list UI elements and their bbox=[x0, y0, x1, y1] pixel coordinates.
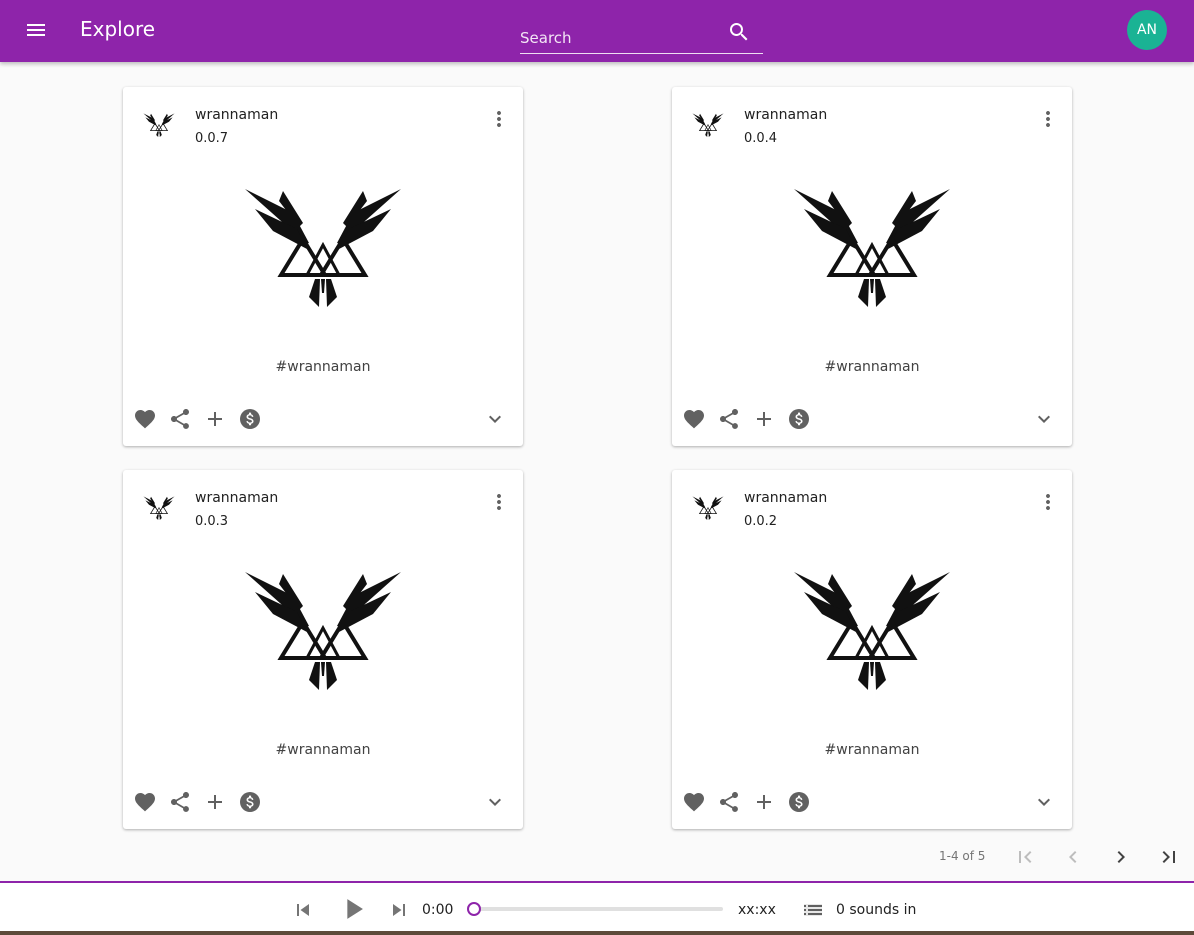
menu-icon[interactable] bbox=[20, 14, 52, 46]
favorite-icon[interactable] bbox=[682, 407, 706, 431]
card-tag[interactable]: #wrannaman bbox=[672, 742, 1072, 758]
queue-list-icon[interactable] bbox=[801, 898, 825, 922]
card-tag[interactable]: #wrannaman bbox=[123, 742, 523, 758]
card-tag[interactable]: #wrannaman bbox=[672, 359, 1072, 375]
sound-card[interactable]: wrannaman 0.0.4 #wrannaman bbox=[672, 87, 1072, 446]
audio-player: 0:00 xx:xx 0 sounds in bbox=[0, 881, 1194, 935]
play-icon[interactable] bbox=[336, 892, 370, 926]
sound-card[interactable]: wrannaman 0.0.7 #wrannaman bbox=[123, 87, 523, 446]
seek-thumb[interactable] bbox=[467, 902, 481, 916]
search-box bbox=[520, 18, 763, 54]
expand-more-icon[interactable] bbox=[483, 790, 507, 814]
queue-count: 0 sounds in bbox=[836, 902, 917, 918]
sound-card[interactable]: wrannaman 0.0.2 #wrannaman bbox=[672, 470, 1072, 829]
card-version: 0.0.4 bbox=[744, 131, 778, 146]
app-bar: Explore AN bbox=[0, 0, 1194, 62]
add-icon[interactable] bbox=[752, 790, 776, 814]
skip-next-icon[interactable] bbox=[387, 898, 411, 922]
author-logo-icon bbox=[692, 492, 724, 524]
favorite-icon[interactable] bbox=[682, 790, 706, 814]
skip-previous-icon[interactable] bbox=[291, 898, 315, 922]
expand-more-icon[interactable] bbox=[1032, 407, 1056, 431]
card-author[interactable]: wrannaman bbox=[195, 490, 278, 506]
total-time: xx:xx bbox=[738, 902, 776, 918]
more-vert-icon[interactable] bbox=[1036, 490, 1060, 514]
card-version: 0.0.2 bbox=[744, 514, 778, 529]
favorite-icon[interactable] bbox=[133, 790, 157, 814]
cover-art-image[interactable] bbox=[792, 179, 952, 315]
last-page-icon[interactable] bbox=[1157, 845, 1181, 869]
cover-art-image[interactable] bbox=[243, 179, 403, 315]
share-icon[interactable] bbox=[717, 790, 741, 814]
favorite-icon[interactable] bbox=[133, 407, 157, 431]
page-title: Explore bbox=[80, 17, 156, 41]
share-icon[interactable] bbox=[168, 407, 192, 431]
more-vert-icon[interactable] bbox=[1036, 107, 1060, 131]
pagination-range: 1-4 of 5 bbox=[939, 849, 986, 863]
add-icon[interactable] bbox=[203, 407, 227, 431]
sound-card[interactable]: wrannaman 0.0.3 #wrannaman bbox=[123, 470, 523, 829]
author-logo-icon bbox=[143, 492, 175, 524]
cover-art-image[interactable] bbox=[792, 562, 952, 698]
user-avatar[interactable]: AN bbox=[1127, 10, 1167, 50]
author-logo-icon bbox=[692, 109, 724, 141]
search-input[interactable] bbox=[520, 26, 720, 50]
search-icon[interactable] bbox=[727, 20, 751, 44]
current-time: 0:00 bbox=[422, 902, 454, 918]
monetization-icon[interactable] bbox=[238, 790, 262, 814]
first-page-icon[interactable] bbox=[1013, 845, 1037, 869]
author-logo-icon bbox=[143, 109, 175, 141]
expand-more-icon[interactable] bbox=[1032, 790, 1056, 814]
previous-page-icon[interactable] bbox=[1061, 845, 1085, 869]
card-author[interactable]: wrannaman bbox=[195, 107, 278, 123]
share-icon[interactable] bbox=[717, 407, 741, 431]
monetization-icon[interactable] bbox=[787, 790, 811, 814]
share-icon[interactable] bbox=[168, 790, 192, 814]
add-icon[interactable] bbox=[752, 407, 776, 431]
next-page-icon[interactable] bbox=[1109, 845, 1133, 869]
card-version: 0.0.3 bbox=[195, 514, 229, 529]
seek-slider[interactable] bbox=[467, 902, 723, 916]
card-version: 0.0.7 bbox=[195, 131, 229, 146]
more-vert-icon[interactable] bbox=[487, 490, 511, 514]
card-tag[interactable]: #wrannaman bbox=[123, 359, 523, 375]
more-vert-icon[interactable] bbox=[487, 107, 511, 131]
add-icon[interactable] bbox=[203, 790, 227, 814]
card-author[interactable]: wrannaman bbox=[744, 490, 827, 506]
monetization-icon[interactable] bbox=[787, 407, 811, 431]
cover-art-image[interactable] bbox=[243, 562, 403, 698]
expand-more-icon[interactable] bbox=[483, 407, 507, 431]
card-author[interactable]: wrannaman bbox=[744, 107, 827, 123]
monetization-icon[interactable] bbox=[238, 407, 262, 431]
bottom-edge bbox=[0, 931, 1194, 935]
